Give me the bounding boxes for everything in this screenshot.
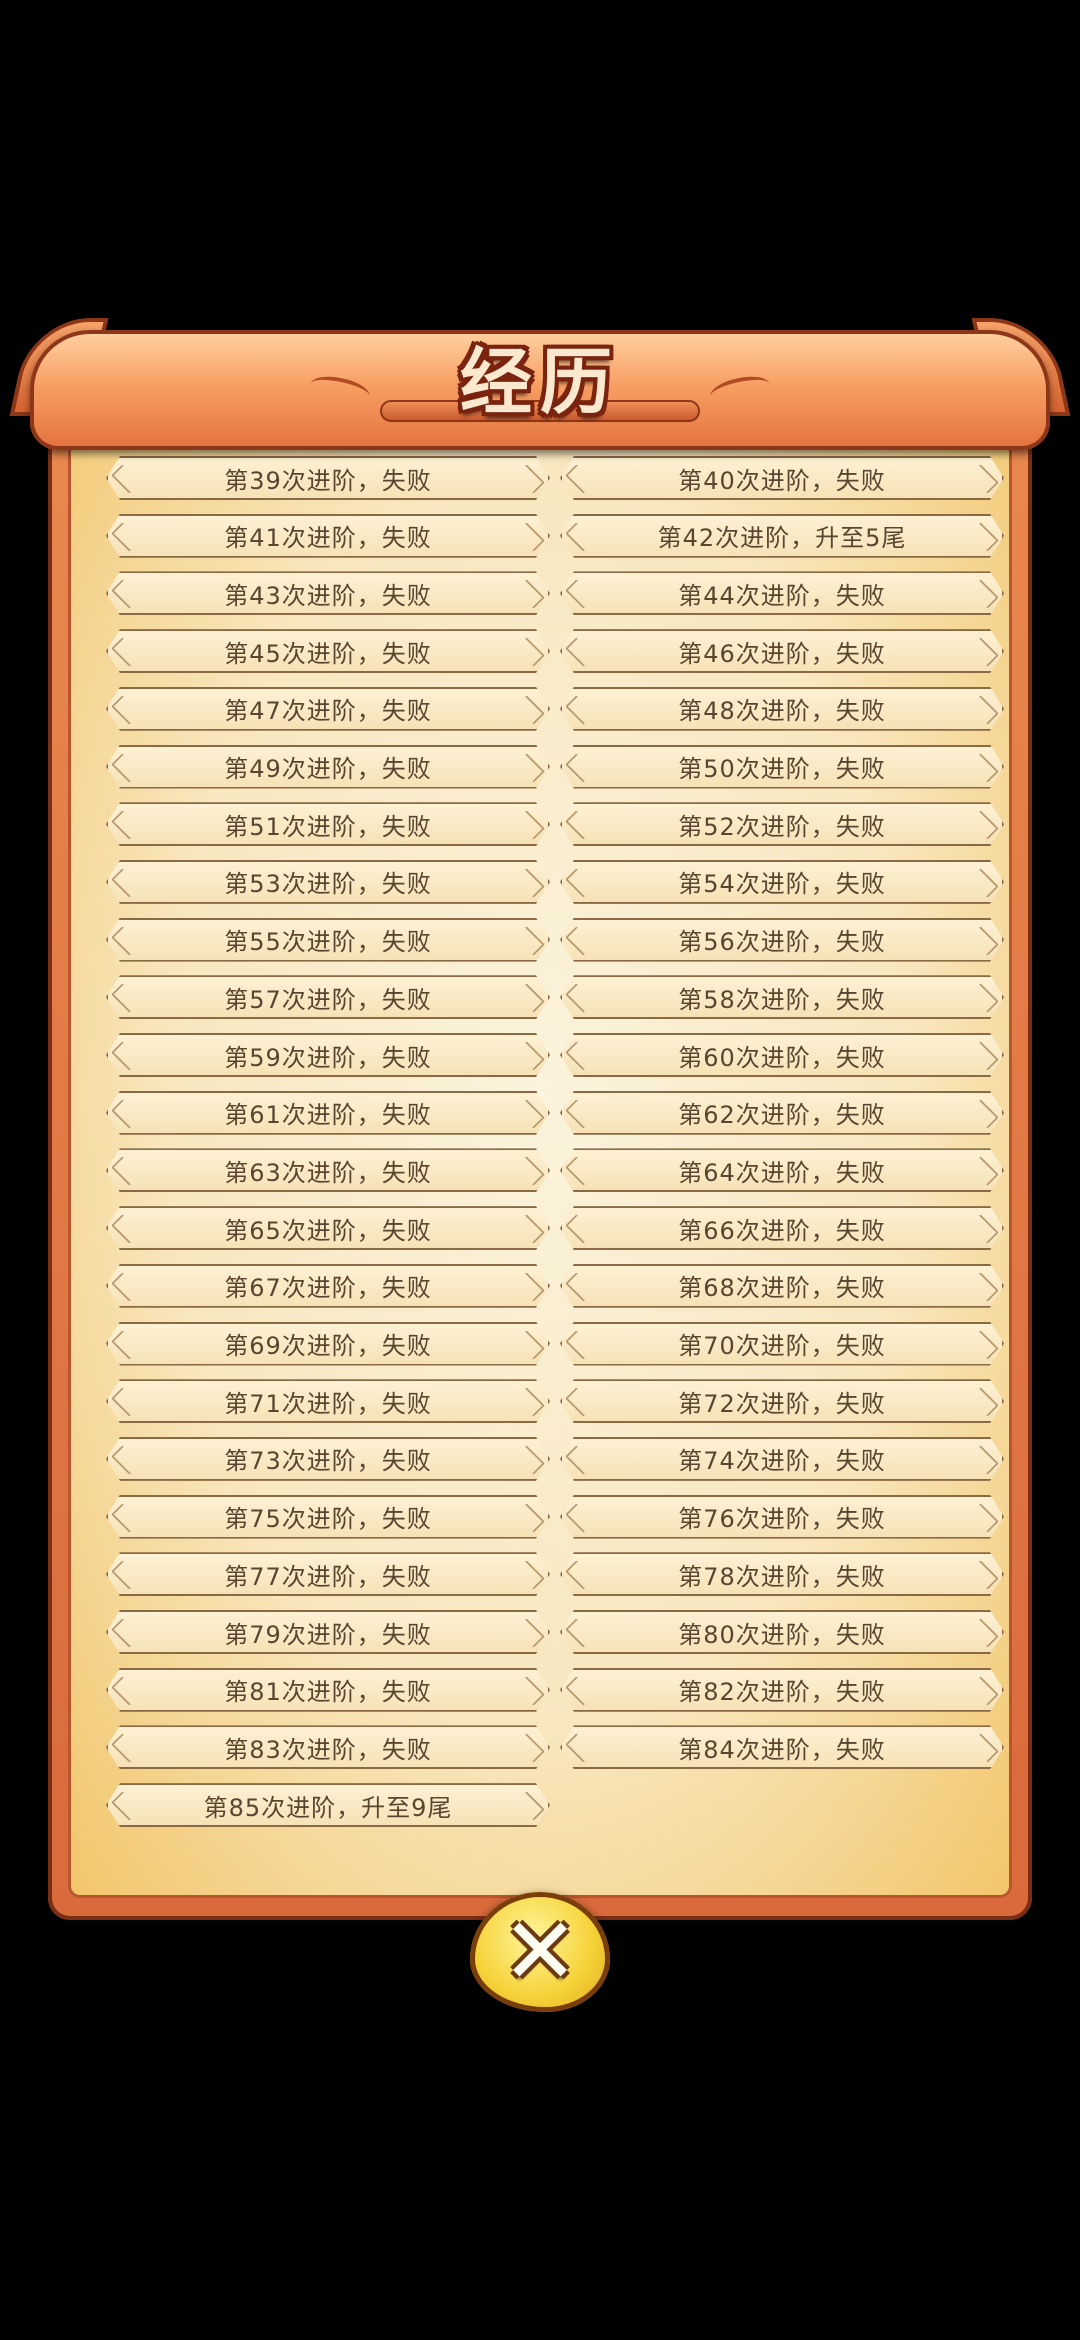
game-screen: 第39次进阶，失败 第40次进阶，失败 第41次进阶，失败 第42次进阶，升至5尾 第4… <box>0 0 1080 2340</box>
history-record-item: 第52次进阶，失败 <box>560 802 1004 846</box>
history-record-item: 第77次进阶，失败 <box>106 1552 550 1596</box>
history-record-item: 第40次进阶，失败 <box>560 456 1004 500</box>
title-swirl-left <box>308 372 372 408</box>
history-record-item: 第78次进阶，失败 <box>560 1552 1004 1596</box>
history-record-item: 第54次进阶，失败 <box>560 860 1004 904</box>
history-record-item: 第67次进阶，失败 <box>106 1264 550 1308</box>
history-record-item: 第71次进阶，失败 <box>106 1379 550 1423</box>
history-record-item: 第70次进阶，失败 <box>560 1322 1004 1366</box>
history-dialog: 第39次进阶，失败 第40次进阶，失败 第41次进阶，失败 第42次进阶，升至5尾 第4… <box>48 420 1032 1920</box>
history-record-item: 第82次进阶，失败 <box>560 1668 1004 1712</box>
history-record-item: 第45次进阶，失败 <box>106 629 550 673</box>
history-record-item: 第58次进阶，失败 <box>560 975 1004 1019</box>
history-record-item: 第41次进阶，失败 <box>106 514 550 558</box>
history-record-item: 第51次进阶，失败 <box>106 802 550 846</box>
history-record-item: 第64次进阶，失败 <box>560 1148 1004 1192</box>
history-record-item: 第63次进阶，失败 <box>106 1148 550 1192</box>
history-record-item: 第42次进阶，升至5尾 <box>560 514 1004 558</box>
history-record-item: 第75次进阶，失败 <box>106 1495 550 1539</box>
history-record-item: 第50次进阶，失败 <box>560 745 1004 789</box>
history-record-item: 第43次进阶，失败 <box>106 571 550 615</box>
history-record-item: 第46次进阶，失败 <box>560 629 1004 673</box>
history-record-item: 第55次进阶，失败 <box>106 918 550 962</box>
history-record-item: 第47次进阶，失败 <box>106 687 550 731</box>
dialog-title: 经历 <box>459 338 620 424</box>
history-record-item: 第65次进阶，失败 <box>106 1206 550 1250</box>
history-record-item: 第62次进阶，失败 <box>560 1091 1004 1135</box>
history-record-item: 第84次进阶，失败 <box>560 1725 1004 1769</box>
history-record-item: 第39次进阶，失败 <box>106 456 550 500</box>
history-record-item: 第73次进阶，失败 <box>106 1437 550 1481</box>
history-record-item: 第66次进阶，失败 <box>560 1206 1004 1250</box>
history-record-item: 第56次进阶，失败 <box>560 918 1004 962</box>
history-record-item: 第79次进阶，失败 <box>106 1610 550 1654</box>
history-record-item: 第44次进阶，失败 <box>560 571 1004 615</box>
history-record-item: 第76次进阶，失败 <box>560 1495 1004 1539</box>
history-record-item: 第57次进阶，失败 <box>106 975 550 1019</box>
history-scroll-area[interactable]: 第39次进阶，失败 第40次进阶，失败 第41次进阶，失败 第42次进阶，升至5尾 第4… <box>68 440 1012 1898</box>
history-record-item: 第60次进阶，失败 <box>560 1033 1004 1077</box>
history-record-item: 第81次进阶，失败 <box>106 1668 550 1712</box>
history-record-item: 第83次进阶，失败 <box>106 1725 550 1769</box>
history-record-item: 第85次进阶，升至9尾 <box>106 1783 550 1827</box>
history-record-item: 第53次进阶，失败 <box>106 860 550 904</box>
history-record-item: 第72次进阶，失败 <box>560 1379 1004 1423</box>
history-record-item: 第59次进阶，失败 <box>106 1033 550 1077</box>
title-plate: 经历 <box>308 300 772 450</box>
title-swirl-right <box>708 372 772 408</box>
history-record-item: 第48次进阶，失败 <box>560 687 1004 731</box>
history-record-item: 第69次进阶，失败 <box>106 1322 550 1366</box>
history-record-item: 第61次进阶，失败 <box>106 1091 550 1135</box>
close-icon: ✕ <box>501 1898 579 2005</box>
history-record-item: 第68次进阶，失败 <box>560 1264 1004 1308</box>
history-record-item: 第74次进阶，失败 <box>560 1437 1004 1481</box>
history-record-item: 第49次进阶，失败 <box>106 745 550 789</box>
history-record-item: 第80次进阶，失败 <box>560 1610 1004 1654</box>
